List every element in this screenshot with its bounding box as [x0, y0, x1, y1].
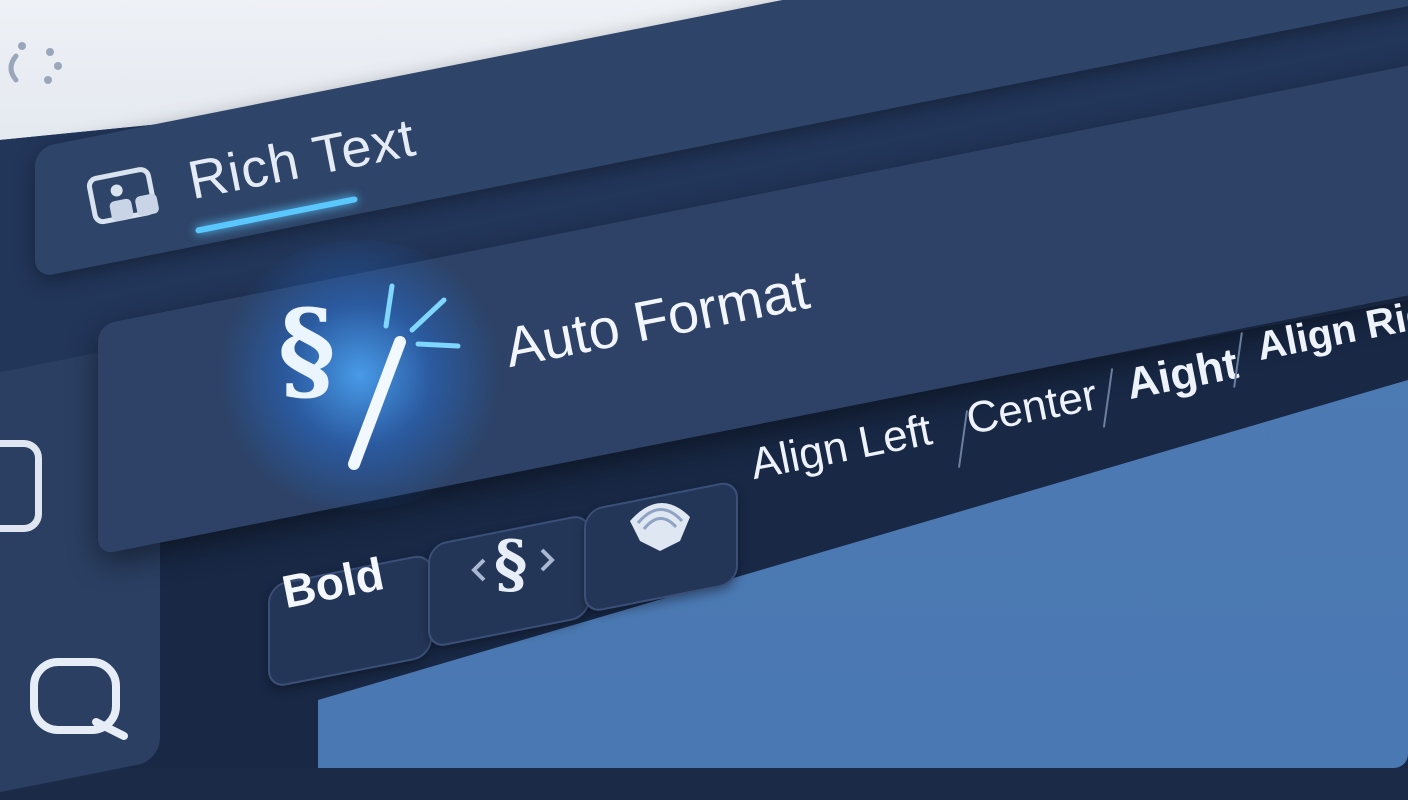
- svg-text:§: §: [494, 527, 527, 600]
- svg-text:§: §: [278, 285, 336, 414]
- section-sign-icon: §: [471, 527, 555, 600]
- shell-wave-icon: [630, 502, 690, 551]
- rail-shape-icon[interactable]: [0, 440, 42, 532]
- section-magic-wand-icon[interactable]: §: [268, 278, 468, 478]
- loader-icon: [8, 42, 62, 84]
- rail-search-icon[interactable]: [28, 652, 136, 740]
